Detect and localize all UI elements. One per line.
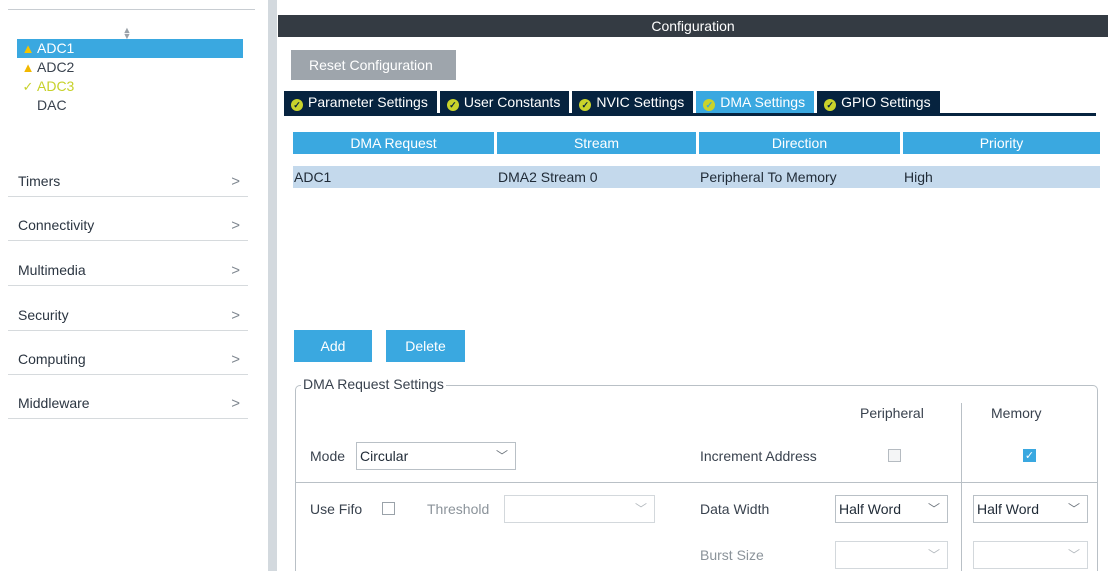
burst-size-label: Burst Size bbox=[700, 547, 764, 563]
category-multimedia[interactable]: Multimedia > bbox=[8, 242, 248, 286]
mode-label: Mode bbox=[310, 448, 346, 464]
tab-gpio-settings[interactable]: ✓ GPIO Settings bbox=[817, 91, 940, 113]
peripheral-item-adc3[interactable]: ✓ ADC3 bbox=[17, 77, 75, 96]
column-header-direction[interactable]: Direction bbox=[699, 132, 900, 154]
peripheral-item-dac[interactable]: DAC bbox=[17, 96, 67, 115]
delete-button[interactable]: Delete bbox=[386, 330, 465, 362]
threshold-select[interactable]: ﹀ bbox=[504, 495, 655, 523]
check-circle-icon: ✓ bbox=[446, 99, 459, 111]
check-circle-icon: ✓ bbox=[291, 99, 303, 111]
category-label: Middleware bbox=[18, 395, 90, 411]
category-label: Timers bbox=[18, 173, 61, 189]
chevron-right-icon: > bbox=[231, 173, 240, 190]
add-button[interactable]: Add bbox=[294, 330, 372, 362]
sort-icon[interactable]: ▲ ▼ bbox=[122, 26, 132, 41]
data-width-peripheral-select[interactable]: Half Word ﹀ bbox=[835, 495, 948, 523]
increment-memory-checkbox[interactable]: ✓ bbox=[1023, 449, 1036, 462]
settings-tabs: ✓ Parameter Settings ✓ User Constants ✓ NVI… bbox=[284, 91, 943, 113]
column-header-priority[interactable]: Priority bbox=[903, 132, 1100, 154]
reset-configuration-button[interactable]: Reset Configuration bbox=[291, 50, 456, 80]
peripheral-label: ADC1 bbox=[37, 40, 75, 56]
memory-column-label: Memory bbox=[991, 405, 1042, 421]
peripheral-label: ADC2 bbox=[37, 59, 75, 75]
warning-icon: ▲ bbox=[21, 60, 35, 75]
tab-parameter-settings[interactable]: ✓ Parameter Settings bbox=[284, 91, 437, 113]
chevron-down-icon: ﹀ bbox=[1067, 548, 1080, 562]
check-circle-icon: ✓ bbox=[703, 99, 716, 111]
row-divider bbox=[296, 482, 1097, 483]
checkmark-icon: ✓ bbox=[22, 79, 34, 94]
chevron-down-icon: ﹀ bbox=[1067, 502, 1080, 516]
divider-line bbox=[8, 9, 255, 10]
category-middleware[interactable]: Middleware > bbox=[8, 375, 248, 419]
chevron-down-icon: ﹀ bbox=[927, 502, 940, 516]
group-legend: DMA Request Settings bbox=[301, 376, 446, 392]
category-label: Multimedia bbox=[18, 262, 86, 278]
column-header-dma-request[interactable]: DMA Request bbox=[293, 132, 494, 154]
check-circle-icon: ✓ bbox=[579, 99, 592, 111]
chevron-down-icon: ﹀ bbox=[927, 548, 940, 562]
chevron-right-icon: > bbox=[231, 351, 240, 368]
use-fifo-label: Use Fifo bbox=[310, 501, 363, 517]
peripheral-label: DAC bbox=[37, 97, 67, 113]
column-header-stream[interactable]: Stream bbox=[497, 132, 696, 154]
left-panel: ▲ ▼ ▲ ADC1 ▲ ADC2 ✓ ADC3 DAC Timers > Connec… bbox=[0, 0, 255, 571]
check-circle-icon: ✓ bbox=[824, 99, 837, 111]
tab-dma-settings[interactable]: ✓ DMA Settings bbox=[696, 91, 815, 113]
category-label: Connectivity bbox=[18, 217, 95, 233]
chevron-right-icon: > bbox=[231, 307, 240, 324]
category-timers[interactable]: Timers > bbox=[8, 153, 248, 197]
panel-splitter[interactable] bbox=[268, 0, 277, 571]
increment-address-label: Increment Address bbox=[700, 448, 817, 464]
increment-peripheral-checkbox[interactable] bbox=[888, 449, 901, 462]
peripheral-item-adc1[interactable]: ▲ ADC1 bbox=[17, 39, 243, 58]
warning-icon: ▲ bbox=[21, 41, 35, 56]
peripheral-label: ADC3 bbox=[37, 78, 75, 94]
chevron-down-icon: ﹀ bbox=[634, 502, 647, 516]
chevron-right-icon: > bbox=[231, 262, 240, 279]
peripheral-column-label: Peripheral bbox=[860, 405, 924, 421]
column-divider bbox=[961, 403, 962, 571]
threshold-label: Threshold bbox=[427, 501, 490, 517]
mode-select[interactable]: Circular ﹀ bbox=[356, 442, 516, 470]
data-width-memory-select[interactable]: Half Word ﹀ bbox=[973, 495, 1088, 523]
category-label: Computing bbox=[18, 351, 86, 367]
use-fifo-checkbox[interactable] bbox=[382, 502, 395, 515]
dma-table-header: DMA Request Stream Direction Priority bbox=[293, 132, 1100, 154]
chevron-down-icon: ﹀ bbox=[495, 449, 508, 463]
burst-memory-select[interactable]: ﹀ bbox=[973, 541, 1088, 569]
configuration-panel: Configuration Reset Configuration ✓ Param… bbox=[278, 15, 1108, 571]
category-connectivity[interactable]: Connectivity > bbox=[8, 197, 248, 241]
tab-nvic-settings[interactable]: ✓ NVIC Settings bbox=[572, 91, 694, 113]
chevron-right-icon: > bbox=[231, 217, 240, 234]
category-computing[interactable]: Computing > bbox=[8, 331, 248, 375]
category-label: Security bbox=[18, 307, 69, 323]
chevron-right-icon: > bbox=[231, 395, 240, 412]
cell-stream: DMA2 Stream 0 bbox=[498, 169, 598, 185]
tab-user-constants[interactable]: ✓ User Constants bbox=[439, 91, 570, 113]
cell-direction: Peripheral To Memory bbox=[700, 169, 837, 185]
table-row[interactable]: ADC1 DMA2 Stream 0 Peripheral To Memory … bbox=[293, 166, 1100, 188]
tabs-underline bbox=[284, 113, 1096, 116]
configuration-title: Configuration bbox=[278, 15, 1108, 37]
peripheral-item-adc2[interactable]: ▲ ADC2 bbox=[17, 58, 75, 77]
data-width-label: Data Width bbox=[700, 501, 770, 517]
burst-peripheral-select[interactable]: ﹀ bbox=[835, 541, 948, 569]
category-security[interactable]: Security > bbox=[8, 287, 248, 331]
cell-dma-request: ADC1 bbox=[294, 169, 332, 185]
cell-priority: High bbox=[904, 169, 933, 185]
